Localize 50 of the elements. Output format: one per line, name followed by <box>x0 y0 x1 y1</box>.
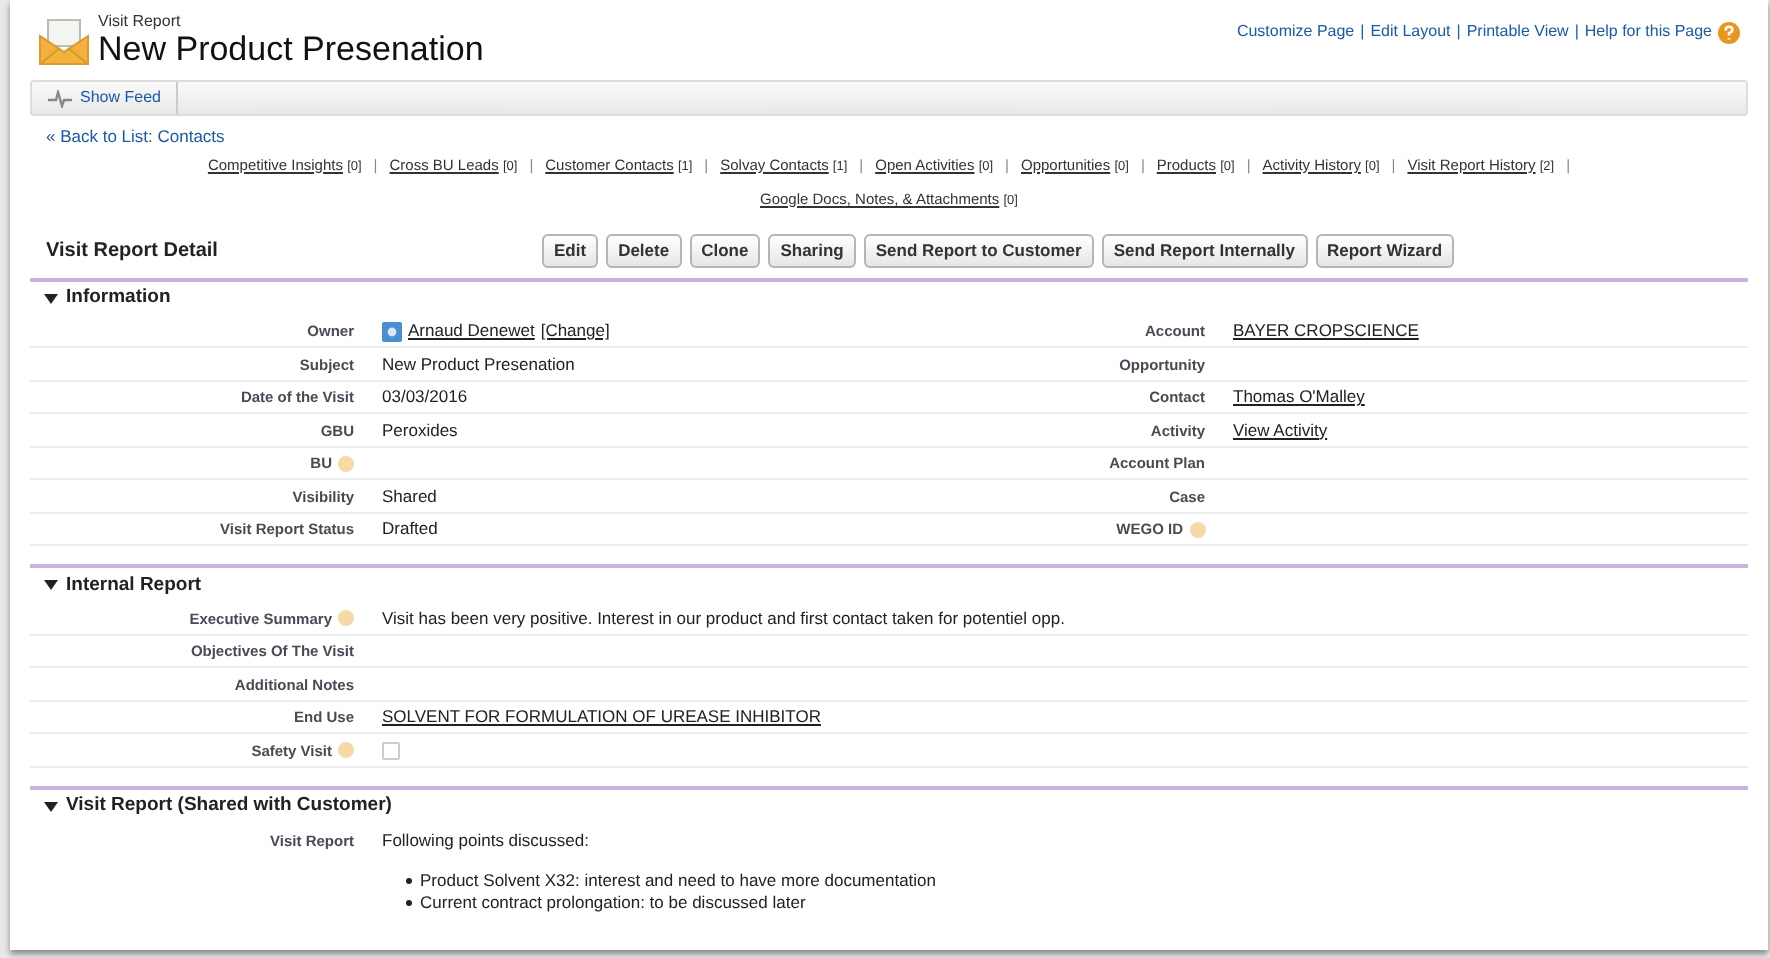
collapse-icon[interactable] <box>44 578 58 593</box>
field-value: 03/03/2016 <box>382 386 468 408</box>
action-button[interactable]: Sharing <box>768 234 856 269</box>
link-separator: | <box>1360 20 1365 44</box>
pulse-icon <box>48 89 72 107</box>
bullet-icon <box>406 899 412 906</box>
action-button[interactable]: Clone <box>689 234 761 269</box>
envelope-icon <box>38 17 90 65</box>
help-icon[interactable] <box>1189 521 1205 537</box>
object-type-label: Visit Report <box>98 12 183 30</box>
bullet-icon <box>406 877 412 884</box>
action-button[interactable]: Send Report Internally <box>1101 234 1307 269</box>
change-link[interactable]: [Change] <box>540 320 610 342</box>
section-title[interactable]: Information <box>66 284 171 313</box>
detail-title: Visit Report Detail <box>46 238 220 267</box>
link-separator: | <box>1574 20 1579 44</box>
field-value: Shared <box>382 485 437 507</box>
help-icon[interactable] <box>338 742 354 758</box>
header-link[interactable]: Help for this Page <box>1584 20 1712 44</box>
record-link[interactable]: SOLVENT FOR FORMULATION OF UREASE INHIBITOR <box>382 706 821 728</box>
field-value: Visit has been very positive. Interest in our product and first contact taken for potentiel opp. <box>382 607 1065 629</box>
show-feed-button[interactable]: Show Feed <box>32 82 179 114</box>
help-icon[interactable] <box>1718 21 1740 43</box>
record-link[interactable]: BAYER CROPSCIENCE <box>1233 320 1419 342</box>
back-link[interactable]: « Back to List: Contacts <box>46 124 225 150</box>
record-link[interactable]: View Activity <box>1233 419 1328 441</box>
record-link[interactable]: Thomas O'Malley <box>1233 386 1365 408</box>
owner-link[interactable]: Arnaud Denewet <box>408 320 535 342</box>
action-button[interactable]: Delete <box>606 234 682 269</box>
collapse-icon[interactable] <box>44 291 58 306</box>
header-link[interactable]: Edit Layout <box>1370 20 1451 44</box>
user-icon <box>382 321 402 341</box>
help-icon[interactable] <box>338 455 354 471</box>
action-button[interactable]: Report Wizard <box>1315 234 1455 269</box>
header-link[interactable]: Customize Page <box>1236 20 1355 44</box>
list-item-text: Product Solvent X32: interest and need to have more documentation <box>420 869 936 892</box>
section-title[interactable]: Internal Report <box>66 571 202 600</box>
link-separator: | <box>1456 20 1461 44</box>
field-value: New Product Presenation <box>382 353 575 375</box>
header-link[interactable]: Printable View <box>1466 20 1569 44</box>
section-title[interactable]: Visit Report (Shared with Customer) <box>66 792 392 821</box>
collapse-icon[interactable] <box>44 799 58 814</box>
help-icon[interactable] <box>338 610 354 626</box>
page-title: New Product Presenation <box>98 30 484 70</box>
list-item-text: Current contract prolongation: to be discussed later <box>420 891 806 914</box>
field-value: Peroxides <box>382 419 458 441</box>
action-button[interactable]: Send Report to Customer <box>863 234 1094 269</box>
field-value: Drafted <box>382 518 438 540</box>
action-button[interactable]: Edit <box>542 234 599 269</box>
field-value: Following points discussed: <box>382 829 591 852</box>
